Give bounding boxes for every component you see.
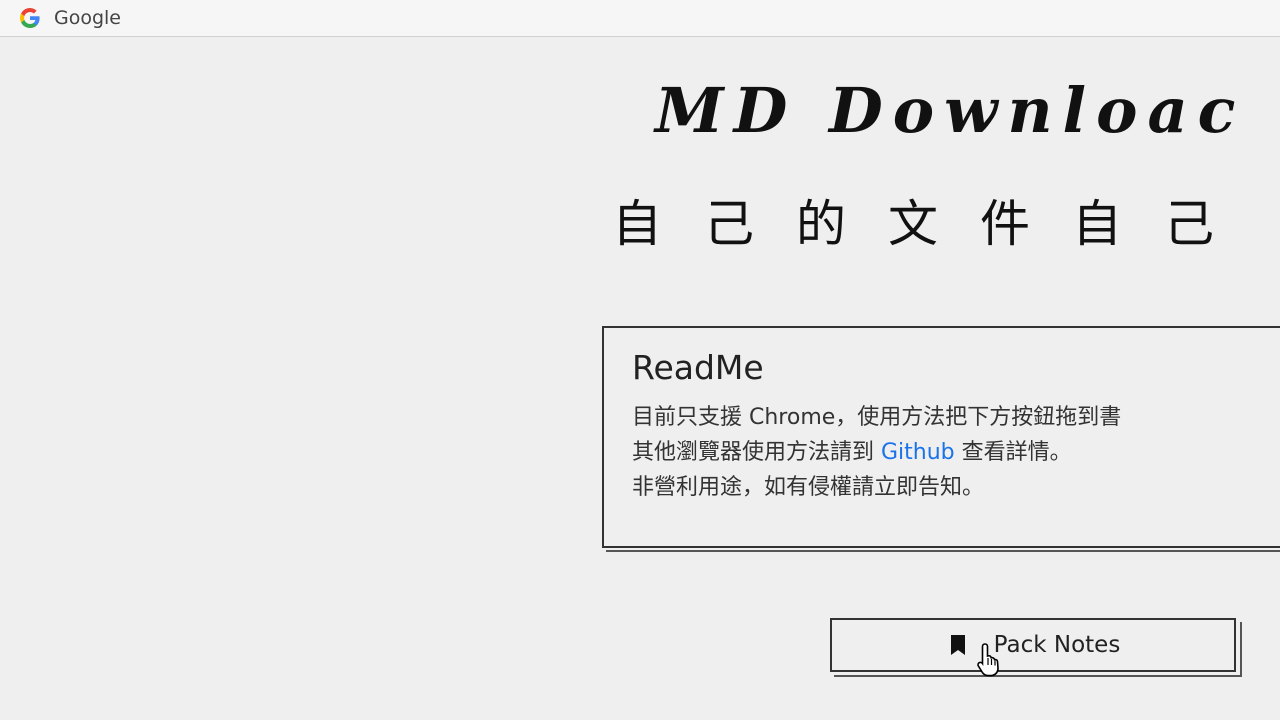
bookmarks-bar: Google xyxy=(0,0,1280,37)
page-content: MD Downloac 自己的文件自己 ReadMe 目前只支援 Chrome，… xyxy=(0,38,1280,720)
hand-cursor-icon xyxy=(977,643,999,677)
readme-heading: ReadMe xyxy=(632,348,764,387)
bookmark-label: Google xyxy=(54,7,122,29)
page-title: MD Downloac xyxy=(655,74,1246,147)
readme-line-2: 其他瀏覽器使用方法請到 Github 查看詳情。 xyxy=(632,435,1121,470)
readme-line-3: 非營利用途，如有侵權請立即告知。 xyxy=(632,475,985,500)
readme-line-1: 目前只支援 Chrome，使用方法把下方按鈕拖到書 xyxy=(632,405,1122,430)
readme-line-2-text: 其他瀏覽器使用方法請到 xyxy=(632,440,881,465)
bookmark-icon xyxy=(950,635,965,655)
readme-card: ReadMe 目前只支援 Chrome，使用方法把下方按鈕拖到書 其他瀏覽器使用… xyxy=(602,326,1280,552)
pack-notes-button[interactable]: Pack Notes xyxy=(830,618,1242,677)
google-g-icon xyxy=(20,8,40,28)
bookmark-google[interactable]: Google xyxy=(14,6,125,30)
readme-body: 目前只支援 Chrome，使用方法把下方按鈕拖到書 其他瀏覽器使用方法請到 Gi… xyxy=(632,400,1121,505)
page-subtitle: 自己的文件自己 xyxy=(612,195,1256,253)
github-link[interactable]: Github xyxy=(881,440,955,465)
readme-line-2-tail: 查看詳情。 xyxy=(954,440,1072,465)
pack-notes-label: Pack Notes xyxy=(993,632,1121,658)
